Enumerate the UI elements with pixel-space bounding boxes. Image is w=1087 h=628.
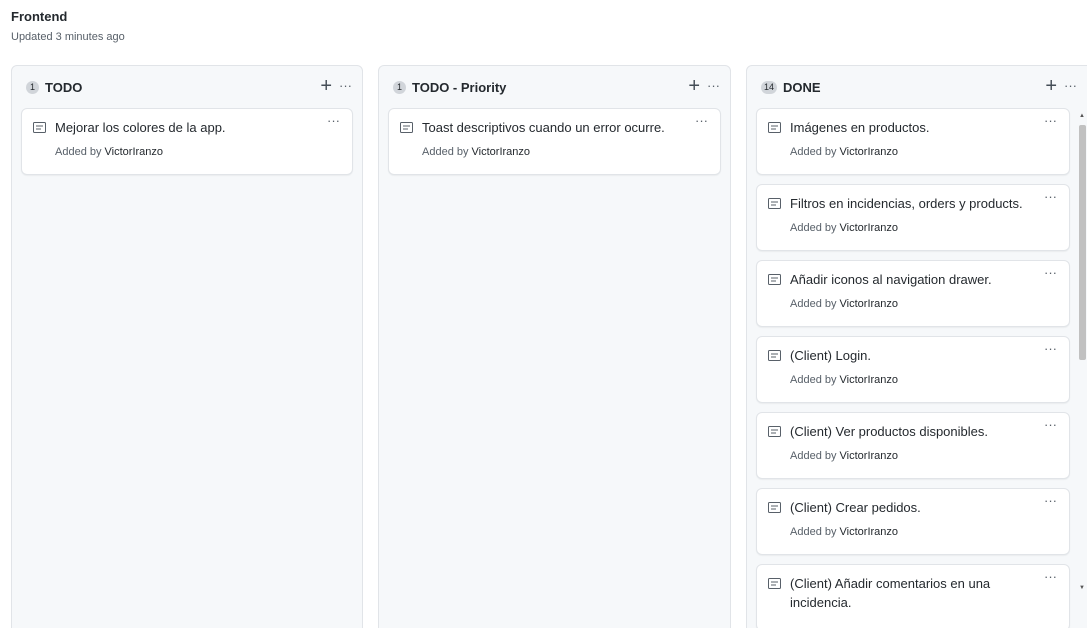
note-icon xyxy=(768,350,781,361)
add-card-plus-icon[interactable]: + xyxy=(688,76,700,96)
note-icon xyxy=(400,122,413,133)
card-menu-kebab-icon[interactable]: ··· xyxy=(1044,114,1057,128)
card-title: Imágenes en productos. xyxy=(790,120,930,135)
card-added-by: Added by xyxy=(790,450,837,462)
card-added-by: Added by xyxy=(790,222,837,234)
card-menu-kebab-icon[interactable]: ··· xyxy=(1044,418,1057,432)
card-author-link[interactable]: VictorIranzo xyxy=(840,450,899,462)
add-card-plus-icon[interactable]: + xyxy=(1045,76,1057,96)
card-author-link[interactable]: VictorIranzo xyxy=(840,298,899,310)
column-name: TODO xyxy=(45,79,83,95)
note-icon xyxy=(768,578,781,589)
card-title: Mejorar los colores de la app. xyxy=(55,120,226,135)
column-count-badge: 14 xyxy=(761,80,778,94)
card-title: (Client) Login. xyxy=(790,348,871,363)
column-name: DONE xyxy=(783,79,821,95)
card-added-by: Added by xyxy=(790,146,837,158)
card-added-by: Added by xyxy=(422,146,469,158)
project-card[interactable]: Toast descriptivos cuando un error ocurr… xyxy=(388,108,721,175)
note-icon xyxy=(768,122,781,133)
note-icon xyxy=(33,122,46,133)
column-count-badge: 1 xyxy=(393,80,406,94)
column-header: 1 TODO - Priority + ··· xyxy=(379,66,730,108)
project-card[interactable]: (Client) Crear pedidos. Added by VictorI… xyxy=(756,488,1070,555)
card-meta: Added by VictorIranzo xyxy=(55,145,324,159)
column-menu-kebab-icon[interactable]: ··· xyxy=(339,76,352,96)
done-column-scrollbar[interactable]: ▲ ▼ xyxy=(1079,109,1086,628)
project-header: Frontend Updated 3 minutes ago xyxy=(11,8,125,44)
card-meta: Added by VictorIranzo xyxy=(790,449,1041,463)
project-card[interactable]: (Client) Login. Added by VictorIranzo ··… xyxy=(756,336,1070,403)
project-card[interactable]: (Client) Ver productos disponibles. Adde… xyxy=(756,412,1070,479)
column-todo: 1 TODO + ··· Mejorar los colores de la a… xyxy=(11,65,363,628)
card-title: (Client) Crear pedidos. xyxy=(790,500,921,515)
card-meta: Added by VictorIranzo xyxy=(790,145,1041,159)
card-menu-kebab-icon[interactable]: ··· xyxy=(695,114,708,128)
project-title: Frontend xyxy=(11,9,68,24)
scroll-down-arrow-icon[interactable]: ▼ xyxy=(1079,585,1085,591)
card-added-by: Added by xyxy=(790,526,837,538)
column-menu-kebab-icon[interactable]: ··· xyxy=(707,76,720,96)
note-icon xyxy=(768,198,781,209)
card-title: Añadir iconos al navigation drawer. xyxy=(790,272,992,287)
column-todo-priority: 1 TODO - Priority + ··· Toast descriptiv… xyxy=(378,65,731,628)
card-title: (Client) Ver productos disponibles. xyxy=(790,424,988,439)
scroll-thumb[interactable] xyxy=(1079,125,1086,360)
column-count-badge: 1 xyxy=(26,80,39,94)
card-menu-kebab-icon[interactable]: ··· xyxy=(1044,570,1057,584)
card-added-by: Added by xyxy=(790,374,837,386)
card-meta: Added by VictorIranzo xyxy=(790,525,1041,539)
project-card[interactable]: Imágenes en productos. Added by VictorIr… xyxy=(756,108,1070,175)
card-author-link[interactable]: VictorIranzo xyxy=(840,526,899,538)
card-menu-kebab-icon[interactable]: ··· xyxy=(1044,266,1057,280)
card-menu-kebab-icon[interactable]: ··· xyxy=(1044,342,1057,356)
card-added-by: Added by xyxy=(790,298,837,310)
card-title: (Client) Añadir comentarios en una incid… xyxy=(790,576,991,610)
project-card[interactable]: Añadir iconos al navigation drawer. Adde… xyxy=(756,260,1070,327)
project-card[interactable]: Mejorar los colores de la app. Added by … xyxy=(21,108,353,175)
card-author-link[interactable]: VictorIranzo xyxy=(472,146,531,158)
note-icon xyxy=(768,274,781,285)
card-meta: Added by VictorIranzo xyxy=(422,145,692,159)
column-name: TODO - Priority xyxy=(412,79,507,95)
card-author-link[interactable]: VictorIranzo xyxy=(105,146,164,158)
note-icon xyxy=(768,426,781,437)
card-menu-kebab-icon[interactable]: ··· xyxy=(1044,494,1057,508)
card-author-link[interactable]: VictorIranzo xyxy=(840,222,899,234)
card-author-link[interactable]: VictorIranzo xyxy=(840,146,899,158)
scroll-up-arrow-icon[interactable]: ▲ xyxy=(1079,113,1085,119)
card-menu-kebab-icon[interactable]: ··· xyxy=(1044,190,1057,204)
project-updated-text: Updated 3 minutes ago xyxy=(11,31,125,43)
card-meta: Added by VictorIranzo xyxy=(790,297,1041,311)
card-title: Filtros en incidencias, orders y product… xyxy=(790,196,1023,211)
card-author-link[interactable]: VictorIranzo xyxy=(840,374,899,386)
column-menu-kebab-icon[interactable]: ··· xyxy=(1064,76,1077,96)
card-added-by: Added by xyxy=(55,146,102,158)
card-title: Toast descriptivos cuando un error ocurr… xyxy=(422,120,665,135)
column-done: 14 DONE + ··· Imágenes en productos. Add… xyxy=(746,65,1087,628)
card-meta: Added by VictorIranzo xyxy=(790,373,1041,387)
column-header: 14 DONE + ··· xyxy=(747,66,1087,108)
project-card[interactable]: (Client) Añadir comentarios en una incid… xyxy=(756,564,1070,628)
project-card[interactable]: Filtros en incidencias, orders y product… xyxy=(756,184,1070,251)
add-card-plus-icon[interactable]: + xyxy=(320,76,332,96)
card-menu-kebab-icon[interactable]: ··· xyxy=(327,114,340,128)
note-icon xyxy=(768,502,781,513)
card-meta: Added by VictorIranzo xyxy=(790,221,1041,235)
column-header: 1 TODO + ··· xyxy=(12,66,362,108)
